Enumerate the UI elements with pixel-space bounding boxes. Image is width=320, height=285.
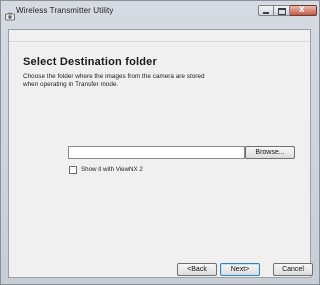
viewnx-checkbox-label: Show it with ViewNX 2: [81, 166, 143, 173]
wizard-panel: Select Destination folder Choose the fol…: [8, 29, 313, 278]
camera-app-icon: [5, 8, 15, 21]
minimize-button[interactable]: [258, 5, 274, 16]
maximize-icon: [278, 8, 286, 15]
minimize-icon: [263, 12, 269, 14]
page-title: Select Destination folder: [23, 56, 157, 68]
window-title: Wireless Transmitter Utility: [16, 6, 114, 15]
cancel-button[interactable]: Cancel: [273, 263, 313, 276]
description-line-2: when operating in Transfer mode.: [23, 81, 119, 88]
title-bar[interactable]: Wireless Transmitter Utility x: [1, 1, 319, 29]
next-button[interactable]: Next>: [220, 263, 260, 276]
viewnx-checkbox[interactable]: [69, 165, 77, 174]
description-line-1: Choose the folder where the images from …: [23, 73, 205, 80]
maximize-button[interactable]: [274, 5, 290, 16]
close-button[interactable]: x: [290, 4, 317, 16]
header-divider: [9, 41, 310, 42]
app-window: Wireless Transmitter Utility x Select De…: [0, 0, 320, 285]
viewnx-option[interactable]: Show it with ViewNX 2: [69, 165, 143, 174]
close-icon: x: [299, 4, 305, 15]
page-description: Choose the folder where the images from …: [23, 73, 293, 89]
destination-folder-input[interactable]: [68, 146, 245, 159]
browse-button[interactable]: Browse...: [245, 146, 295, 159]
back-button[interactable]: <Back: [177, 263, 217, 276]
